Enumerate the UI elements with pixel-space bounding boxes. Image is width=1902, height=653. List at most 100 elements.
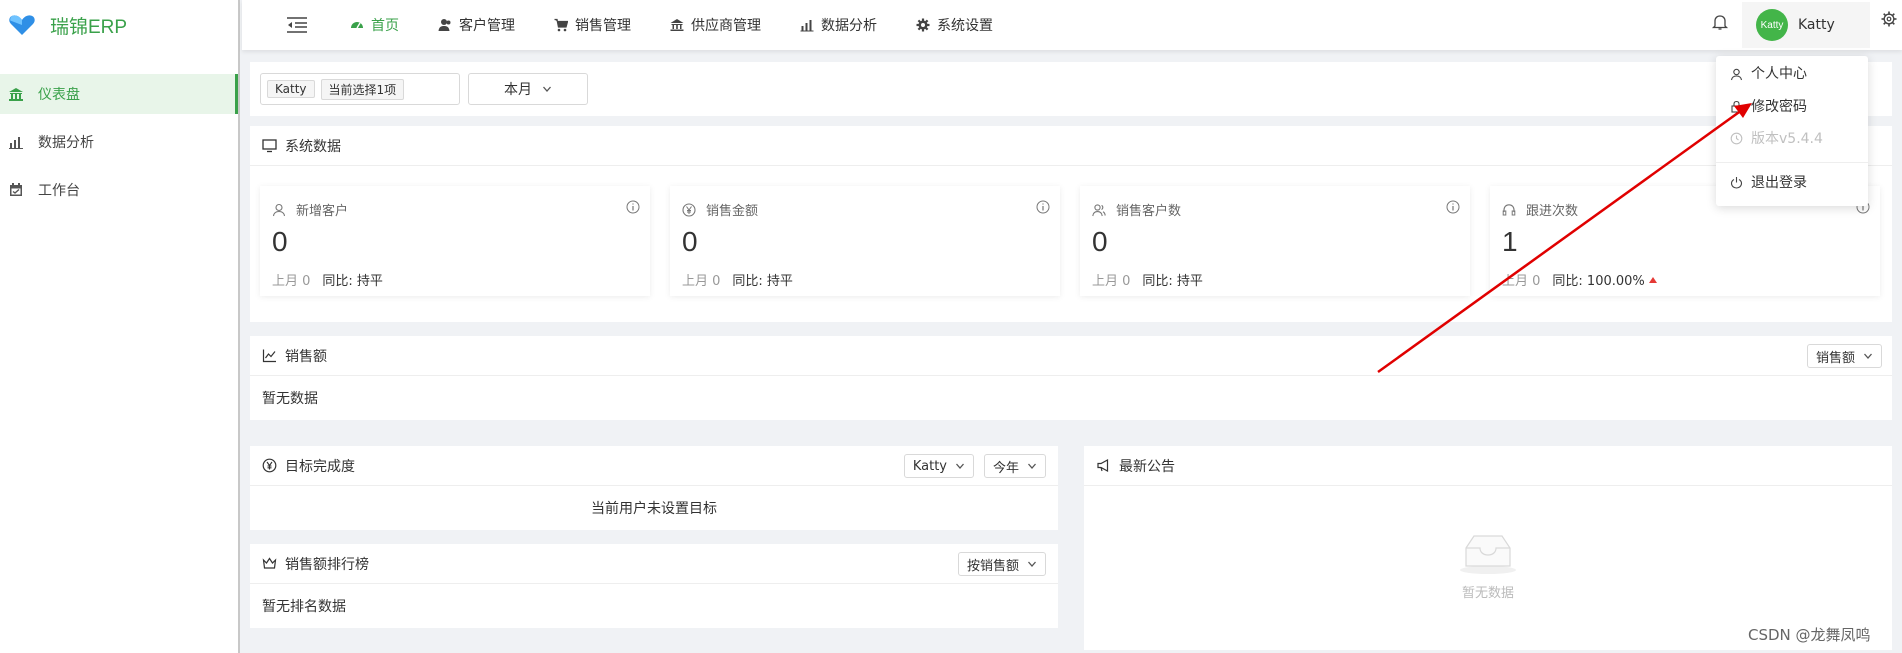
menu-collapse-icon[interactable] [286,16,308,34]
stat-card-sales-amount: 销售金额 0 上月 0 同比: 持平 [670,186,1060,296]
dropdown-item-profile[interactable]: 个人中心 [1730,56,1807,92]
period-select-value: 本月 [504,82,532,98]
bank-icon [9,88,23,101]
sidebar-menu: 仪表盘 数据分析 工作台 [0,74,238,210]
sidebar-item-data-analysis[interactable]: 数据分析 [0,122,238,162]
panel-title: 系统数据 [285,138,341,155]
stat-compare: 同比: 100.00% [1552,274,1645,289]
panel-header: 最新公告 [1084,446,1892,486]
stat-title: 销售客户数 [1116,204,1182,219]
stat-value: 0 [1092,226,1108,257]
watermark: CSDN @龙舞凤鸣 [1748,626,1871,644]
nav-data-analysis[interactable]: 数据分析 [800,15,877,35]
user-multi-select[interactable]: Katty 当前选择1项 [260,73,460,105]
empty-box-icon [1460,535,1516,574]
sidebar-item-workbench[interactable]: 工作台 [0,170,238,210]
select-value: 按销售额 [966,558,1019,574]
nav-system-settings[interactable]: 系统设置 [916,15,993,35]
yen-icon [682,202,696,217]
selected-user-tag: Katty [267,80,315,98]
chevron-down-icon [543,86,551,92]
dropdown-item-label: 版本v5.4.4 [1751,131,1823,147]
chevron-down-icon [1028,561,1036,567]
panel-header: 销售额 销售额 [250,336,1892,376]
stat-value: 0 [272,226,288,257]
stat-last-month: 上月 0 [1092,274,1131,289]
stat-value: 1 [1502,226,1518,257]
nav-supplier-management[interactable]: 供应商管理 [670,15,761,35]
crown-icon [262,557,277,569]
power-icon [1730,176,1743,189]
top-header: 首页 客户管理 销售管理 供应商管理 数据分析 系统设置 Katty Katty [242,0,1902,50]
panel-header: 销售额排行榜 按销售额 [250,544,1058,584]
line-chart-icon [262,349,276,363]
nav-home[interactable]: 首页 [350,15,399,35]
logo[interactable]: 瑞锦ERP [0,0,238,50]
users-icon [438,19,451,31]
monitor-icon [262,139,277,153]
filter-bar: Katty 当前选择1项 本月 [250,62,1892,116]
stat-last-month: 上月 0 [1502,274,1541,289]
info-icon[interactable] [626,200,640,214]
settings-gear-icon[interactable] [1880,10,1898,28]
info-icon[interactable] [1036,200,1050,214]
notice-empty-text: 暂无数据 [1461,586,1514,601]
chevron-down-icon [1864,353,1872,359]
stat-card-sales-customers: 销售客户数 0 上月 0 同比: 持平 [1080,186,1470,296]
user-name: Katty [1798,17,1835,33]
target-period-select[interactable]: 今年 [983,454,1046,478]
target-panel: 目标完成度 Katty 今年 当前用户未设置目标 [250,446,1058,530]
sidebar-item-label: 数据分析 [38,135,94,151]
selected-count-tag: 当前选择1项 [320,78,405,100]
stat-last-month: 上月 0 [272,274,311,289]
panel-title: 销售额 [285,348,327,365]
select-value: Katty [912,458,947,474]
dropdown-item-label: 个人中心 [1751,66,1807,82]
nav-sales-management[interactable]: 销售管理 [554,15,631,35]
nav-label: 首页 [371,18,399,34]
cart-icon [554,18,568,32]
panel-header: 系统数据 [250,126,1892,166]
chevron-down-icon [956,463,964,469]
target-empty-text: 当前用户未设置目标 [591,501,717,517]
clock-icon [1730,132,1743,144]
chevron-down-icon [1028,463,1036,469]
nav-label: 供应商管理 [691,18,761,34]
headset-icon [1502,203,1516,215]
nav-label: 数据分析 [821,18,877,34]
stat-title: 新增客户 [296,204,349,219]
target-user-select[interactable]: Katty [903,454,974,478]
ranking-panel: 销售额排行榜 按销售额 暂无排名数据 [250,544,1058,628]
panel-title: 销售额排行榜 [285,556,369,573]
dashboard-icon [351,22,363,29]
dropdown-item-label: 修改密码 [1751,99,1807,115]
bell-icon[interactable] [1710,12,1730,32]
stat-compare: 同比: 持平 [322,274,383,289]
ranking-sort-select[interactable]: 按销售额 [957,552,1046,576]
notice-panel: 最新公告 暂无数据 [1084,446,1892,650]
sidebar-item-dashboard[interactable]: 仪表盘 [0,74,238,114]
bank-icon [670,19,684,31]
nav-label: 客户管理 [459,18,515,34]
info-icon[interactable] [1446,200,1460,214]
period-select[interactable]: 本月 [468,73,588,105]
nav-label: 系统设置 [937,18,993,34]
sales-metric-select[interactable]: 销售额 [1806,344,1882,368]
stat-last-month: 上月 0 [682,274,721,289]
dropdown-item-change-password[interactable]: 修改密码 [1730,88,1807,124]
trend-up-icon [1648,276,1657,283]
sales-panel: 销售额 销售额 暂无数据 [250,336,1892,420]
nav-customer-management[interactable]: 客户管理 [438,15,515,35]
stat-title: 销售金额 [706,204,759,219]
dropdown-item-logout[interactable]: 退出登录 [1730,164,1807,200]
stat-compare: 同比: 持平 [732,274,793,289]
ranking-empty-text: 暂无排名数据 [262,599,346,615]
user-icon [1730,68,1743,80]
calendar-icon [10,183,22,196]
sidebar-item-label: 工作台 [38,183,80,199]
user-menu-trigger[interactable]: Katty Katty [1742,2,1870,48]
sidebar-item-label: 仪表盘 [38,87,80,103]
stat-compare: 同比: 持平 [1142,274,1203,289]
dropdown-item-version: 版本v5.4.4 [1730,120,1823,156]
bar-chart-icon [9,137,23,149]
